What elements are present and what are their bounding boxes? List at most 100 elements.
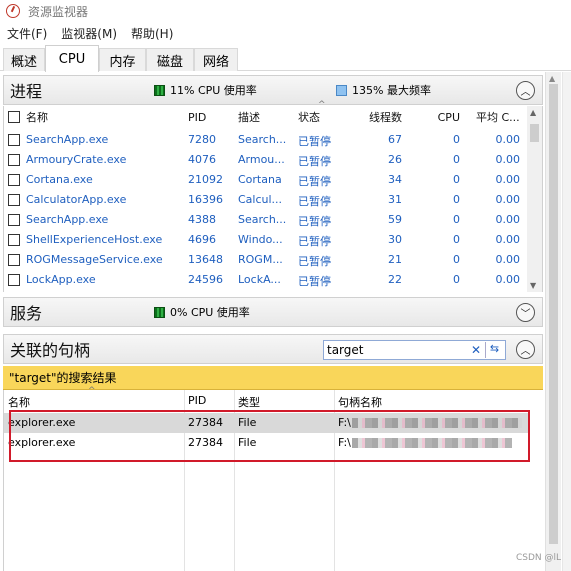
process-threads: 59 — [388, 213, 402, 226]
col-avg-cpu[interactable]: 平均 C... — [476, 106, 520, 128]
handles-col-pid[interactable]: PID — [188, 394, 206, 407]
process-checkbox[interactable] — [8, 194, 20, 206]
process-avg-cpu: 0.00 — [495, 173, 521, 186]
process-threads: 31 — [388, 193, 402, 206]
process-description: LockA... — [238, 273, 281, 286]
process-pid: 21092 — [188, 173, 223, 186]
handles-col-type[interactable]: 类型 — [238, 394, 260, 410]
menu-file[interactable]: 文件(F) — [0, 25, 54, 42]
chevron-up-icon[interactable]: ︿ — [516, 340, 535, 359]
process-pid: 4076 — [188, 153, 216, 166]
process-checkbox[interactable] — [8, 134, 20, 146]
process-row[interactable]: CalculatorApp.exe 16396 Calcul... 已暂停 31 0 0.0… — [4, 190, 528, 210]
process-avg-cpu: 0.00 — [495, 193, 521, 206]
refresh-icon[interactable]: ⇆ — [485, 342, 503, 358]
services-title: 服务 — [10, 304, 43, 323]
process-checkbox[interactable] — [8, 254, 20, 266]
select-all-checkbox[interactable] — [8, 106, 20, 128]
handle-search-box[interactable]: ✕ ⇆ — [323, 340, 506, 360]
process-status: 已暂停 — [298, 135, 331, 148]
services-header[interactable]: 服务 0% CPU 使用率 ﹀ — [3, 297, 543, 327]
process-status: 已暂停 — [298, 175, 331, 188]
title-bar: 资源监视器 — [0, 0, 571, 22]
process-cpu: 0 — [453, 133, 460, 146]
processes-title: 进程 — [10, 82, 43, 101]
process-description: Windo... — [238, 233, 283, 246]
process-pid: 7280 — [188, 133, 216, 146]
process-threads: 34 — [388, 173, 402, 186]
process-pid: 4388 — [188, 213, 216, 226]
menu-monitor[interactable]: 监视器(M) — [54, 25, 124, 42]
process-status: 已暂停 — [298, 155, 331, 168]
tab-memory[interactable]: 内存 — [99, 48, 146, 71]
resource-monitor-app-icon — [6, 4, 20, 18]
process-cpu: 0 — [453, 233, 460, 246]
process-row[interactable]: ArmouryCrate.exe 4076 Armou... 已暂停 26 0 0.00 — [4, 150, 528, 170]
process-avg-cpu: 0.00 — [495, 233, 521, 246]
tab-disk[interactable]: 磁盘 — [146, 48, 194, 71]
process-status: 已暂停 — [298, 275, 331, 288]
highlight-annotation-box — [9, 410, 530, 462]
process-checkbox[interactable] — [8, 154, 20, 166]
services-cpu-meter: 0% CPU 使用率 — [154, 304, 250, 320]
window-title: 资源监视器 — [28, 4, 89, 19]
col-cpu[interactable]: CPU — [408, 106, 460, 128]
process-scroll-down-icon[interactable]: ▼ — [530, 281, 536, 290]
process-row[interactable]: LockApp.exe 24596 LockA... 已暂停 22 0 0.00 — [4, 270, 528, 290]
process-threads: 30 — [388, 233, 402, 246]
process-pid: 16396 — [188, 193, 223, 206]
process-checkbox[interactable] — [8, 234, 20, 246]
search-result-label: "target"的搜索结果 — [9, 371, 117, 385]
process-name: SearchApp.exe — [26, 133, 109, 146]
process-threads: 26 — [388, 153, 402, 166]
col-pid[interactable]: PID — [188, 106, 206, 128]
process-scroll-thumb[interactable] — [530, 124, 539, 142]
process-row[interactable]: Cortana.exe 21092 Cortana 已暂停 34 0 0.00 — [4, 170, 528, 190]
search-result-banner: "target"的搜索结果 — [3, 366, 543, 390]
process-checkbox[interactable] — [8, 274, 20, 286]
max-frequency-meter: 135% 最大频率 — [336, 82, 431, 98]
tab-network[interactable]: 网络 — [194, 48, 238, 71]
process-avg-cpu: 0.00 — [495, 273, 521, 286]
clear-x-icon[interactable]: ✕ — [471, 343, 481, 357]
process-avg-cpu: 0.00 — [495, 253, 521, 266]
menu-help[interactable]: 帮助(H) — [124, 25, 180, 42]
col-threads[interactable]: 线程数 — [350, 106, 402, 128]
process-checkbox[interactable] — [8, 214, 20, 226]
process-pid: 4696 — [188, 233, 216, 246]
max-frequency-swatch — [336, 84, 347, 96]
process-row[interactable]: SearchApp.exe 7280 Search... 已暂停 67 0 0.00 — [4, 130, 528, 150]
chevron-down-icon[interactable]: ﹀ — [516, 303, 535, 322]
cpu-usage-meter: 11% CPU 使用率 — [154, 82, 257, 98]
process-name: LockApp.exe — [26, 273, 96, 286]
col-name[interactable]: 名称 — [26, 106, 48, 128]
handles-col-handle-name[interactable]: 句柄名称 — [338, 394, 382, 410]
process-checkbox[interactable] — [8, 174, 20, 186]
process-description: Calcul... — [238, 193, 283, 206]
cpu-usage-swatch — [154, 84, 165, 96]
process-row[interactable]: SearchApp.exe 4388 Search... 已暂停 59 0 0.00 — [4, 210, 528, 230]
col-description[interactable]: 描述 — [238, 106, 260, 128]
processes-header[interactable]: 进程 11% CPU 使用率 135% 最大频率 ︿ — [3, 75, 543, 105]
process-name: ROGMessageService.exe — [26, 253, 163, 266]
process-description: Cortana — [238, 173, 282, 186]
handle-search-input[interactable] — [327, 343, 467, 357]
tab-cpu[interactable]: CPU — [45, 45, 99, 72]
process-cpu: 0 — [453, 253, 460, 266]
process-scroll-up-icon[interactable]: ▲ — [530, 108, 536, 117]
right-graph-pane — [562, 72, 571, 571]
scroll-up-icon[interactable]: ▲ — [549, 74, 555, 83]
process-name: CalculatorApp.exe — [26, 193, 127, 206]
process-status: 已暂停 — [298, 235, 331, 248]
process-description: ROGM... — [238, 253, 283, 266]
chevron-up-icon[interactable]: ︿ — [516, 81, 535, 100]
main-scroll-thumb[interactable] — [549, 84, 558, 544]
process-scrollbar[interactable]: ▲ ▼ — [527, 106, 542, 292]
tab-overview[interactable]: 概述 — [3, 48, 45, 71]
col-status[interactable]: 状态 — [298, 106, 320, 128]
process-row[interactable]: ShellExperienceHost.exe 4696 Windo... 已暂停 30… — [4, 230, 528, 250]
main-scrollbar[interactable]: ▲ — [545, 72, 561, 571]
process-description: Search... — [238, 213, 287, 226]
handles-col-name[interactable]: 名称 — [8, 394, 30, 410]
process-row[interactable]: ROGMessageService.exe 13648 ROGM... 已暂停 21 0 0… — [4, 250, 528, 270]
